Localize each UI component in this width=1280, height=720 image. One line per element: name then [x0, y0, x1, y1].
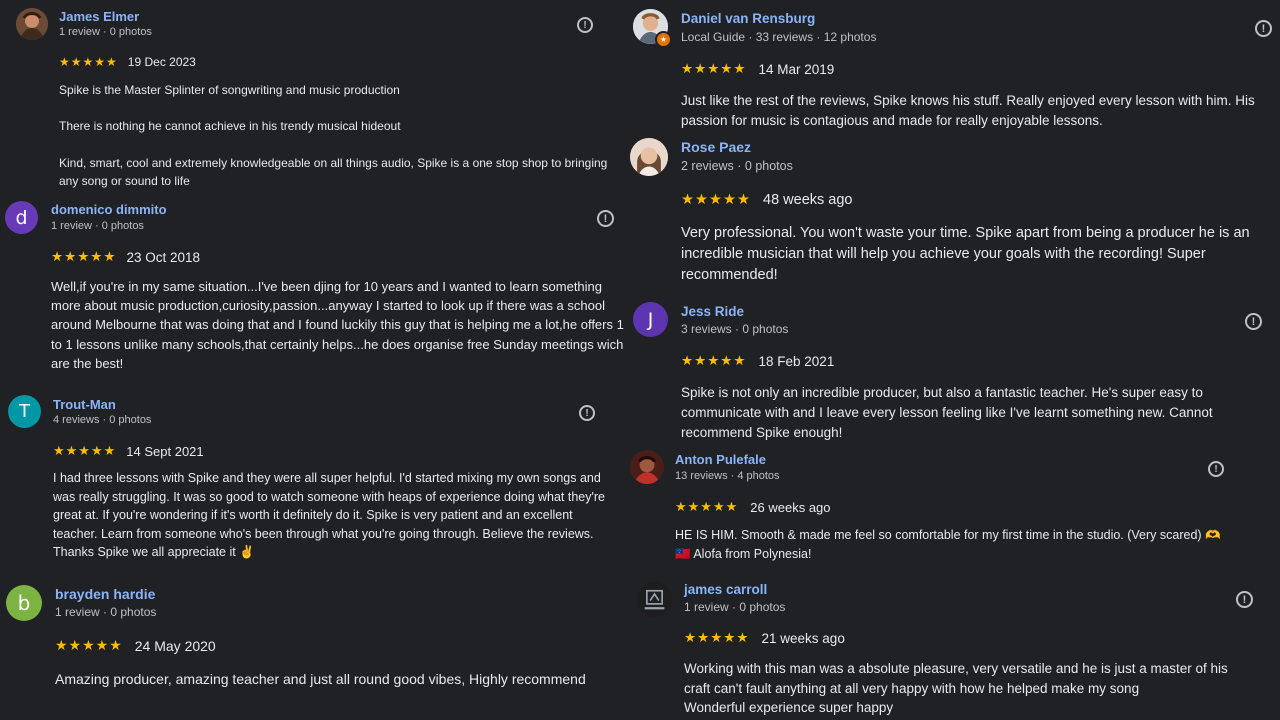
avatar[interactable]: T	[8, 395, 41, 428]
reviewer-name[interactable]: James Elmer	[59, 9, 139, 24]
review-date: 24 May 2020	[134, 637, 216, 654]
reviewer-meta: 13 reviews · 4 photos	[675, 470, 780, 482]
local-guide-badge-icon: ★	[655, 31, 672, 48]
star-rating: ★★★★★	[675, 499, 739, 514]
report-icon[interactable]: !	[1255, 20, 1272, 37]
report-icon[interactable]: !	[577, 17, 593, 33]
reviewer-name[interactable]: Trout-Man	[53, 397, 116, 412]
review-date: 18 Feb 2021	[758, 353, 835, 369]
star-rating: ★★★★★	[51, 249, 117, 264]
review-date: 14 Sept 2021	[126, 443, 204, 459]
reviewer-meta: 1 review · 0 photos	[59, 26, 152, 38]
review-text: Spike is not only an incredible producer…	[681, 385, 1213, 440]
star-rating: ★★★★★	[681, 61, 747, 76]
review-text: Well,if you're in my same situation...I'…	[51, 279, 624, 371]
report-icon[interactable]: !	[579, 405, 595, 421]
avatar[interactable]: b	[6, 585, 42, 621]
star-rating: ★★★★★	[684, 630, 750, 645]
star-rating: ★★★★★	[55, 637, 123, 653]
avatar-letter: d	[15, 206, 28, 229]
review-text: Amazing producer, amazing teacher and ju…	[55, 671, 586, 687]
reviewer-meta: 4 reviews · 0 photos	[53, 414, 152, 426]
avatar[interactable]	[637, 582, 672, 617]
reviewer-name[interactable]: Anton Pulefale	[675, 452, 766, 467]
review-text: Just like the rest of the reviews, Spike…	[681, 93, 1255, 128]
avatar[interactable]	[630, 450, 664, 484]
review-text: Working with this man was a absolute ple…	[684, 661, 1228, 715]
rating-row: ★★★★★ 26 weeks ago	[675, 499, 831, 515]
avatar[interactable]	[630, 138, 668, 176]
review-text: HE IS HIM. Smooth & made me feel so comf…	[675, 528, 1221, 561]
reviewer-name[interactable]: Daniel van Rensburg	[681, 11, 815, 26]
rating-row: ★★★★★ 19 Dec 2023	[59, 55, 196, 69]
avatar-letter: b	[17, 591, 31, 615]
report-icon[interactable]: !	[1245, 313, 1262, 330]
reviewer-name[interactable]: Rose Paez	[681, 139, 751, 155]
reviewer-meta: 3 reviews · 0 photos	[681, 322, 789, 336]
avatar-letter: T	[19, 401, 30, 422]
star-rating: ★★★★★	[681, 192, 751, 208]
reviewer-meta: 1 review · 0 photos	[51, 220, 144, 232]
reviewer-name[interactable]: james carroll	[684, 582, 767, 597]
review-text: I had three lessons with Spike and they …	[53, 471, 606, 559]
review-date: 19 Dec 2023	[127, 55, 196, 69]
review-date: 48 weeks ago	[763, 192, 853, 208]
reviewer-meta: 1 review · 0 photos	[684, 600, 786, 614]
report-icon[interactable]: !	[1208, 461, 1224, 477]
avatar[interactable]: d	[5, 201, 38, 234]
reviewer-meta: 1 review · 0 photos	[55, 605, 157, 619]
star-rating: ★★★★★	[53, 443, 117, 458]
report-icon[interactable]: !	[1236, 591, 1253, 608]
reviewer-name[interactable]: brayden hardie	[55, 586, 155, 602]
avatar-letter: J	[647, 308, 654, 331]
reviewer-meta: 2 reviews · 0 photos	[681, 159, 793, 173]
review-text: Very professional. You won't waste your …	[681, 225, 1250, 283]
report-icon[interactable]: !	[597, 210, 614, 227]
rating-row: ★★★★★ 18 Feb 2021	[681, 353, 834, 369]
rating-row: ★★★★★ 21 weeks ago	[684, 630, 845, 646]
review-text: Spike is the Master Splinter of songwrit…	[59, 83, 608, 189]
rating-row: ★★★★★ 24 May 2020	[55, 637, 216, 654]
avatar[interactable]: J	[633, 302, 668, 337]
reviewer-meta: Local Guide · 33 reviews · 12 photos	[681, 30, 877, 44]
reviewer-name[interactable]: Jess Ride	[681, 304, 744, 319]
review-date: 21 weeks ago	[761, 630, 845, 646]
rating-row: ★★★★★ 14 Mar 2019	[681, 61, 834, 77]
star-rating: ★★★★★	[59, 55, 118, 69]
reviewer-name[interactable]: domenico dimmito	[51, 202, 167, 217]
review-date: 14 Mar 2019	[758, 61, 835, 77]
review-date: 23 Oct 2018	[126, 249, 201, 265]
rating-row: ★★★★★ 48 weeks ago	[681, 192, 852, 208]
rating-row: ★★★★★ 14 Sept 2021	[53, 443, 204, 459]
review-date: 26 weeks ago	[750, 499, 831, 515]
star-rating: ★★★★★	[681, 353, 747, 368]
avatar[interactable]	[16, 8, 48, 40]
rating-row: ★★★★★ 23 Oct 2018	[51, 249, 200, 265]
